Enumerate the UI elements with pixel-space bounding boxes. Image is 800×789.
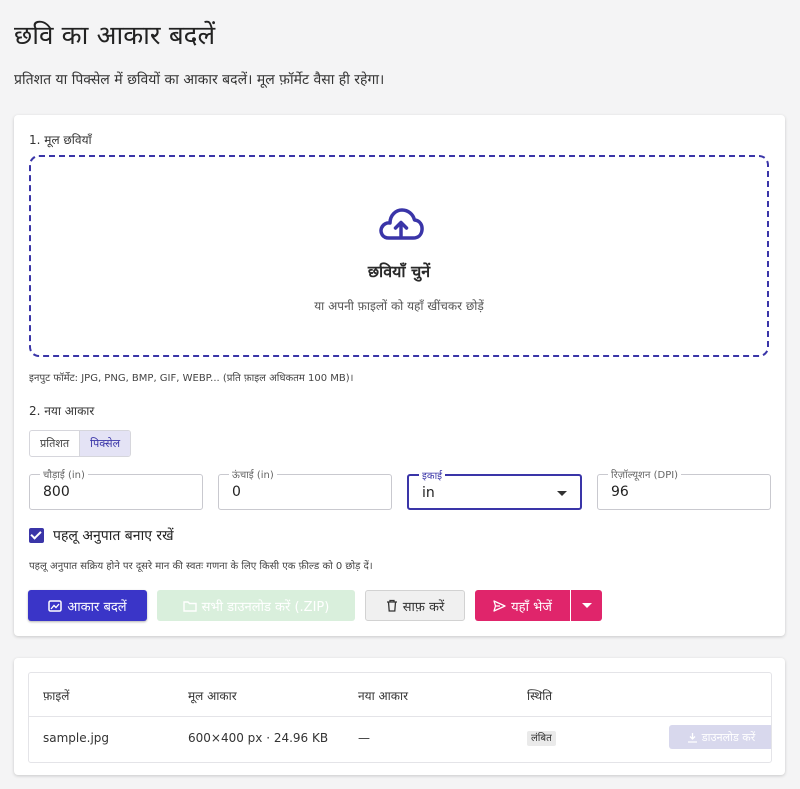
dropzone-title: छवियाँ चुनें — [367, 262, 431, 281]
height-value: 0 — [232, 484, 241, 500]
resize-page: छवि का आकार बदलें प्रतिशत या पिक्सेल में… — [0, 0, 800, 789]
settings-card: 1. मूल छवियाँ छवियाँ चुनें या अपनी फ़ाइल… — [14, 115, 785, 636]
row-download-label: डाउनलोड करें — [701, 730, 756, 744]
mode-pixel-option[interactable]: पिक्सेल — [79, 431, 131, 456]
size-section-label: 2. नया आकार — [29, 404, 95, 418]
resolution-value: 96 — [611, 484, 629, 500]
keep-ratio-checkbox[interactable] — [29, 528, 44, 543]
image-icon — [48, 599, 63, 612]
row-new-size: — — [358, 731, 370, 745]
header-new-size: नया आकार — [358, 689, 409, 703]
height-field[interactable]: ऊंचाई (in) 0 — [218, 467, 392, 510]
ratio-hint: पहलू अनुपात सक्रिय होने पर दूसरे मान की … — [29, 561, 373, 572]
unit-label: इकाई — [419, 468, 446, 482]
header-files: फ़ाइलें — [43, 689, 70, 703]
send-label: यहाँ भेजें — [511, 599, 552, 615]
files-table: फ़ाइलें मूल आकार नया आकार स्थिति sample.… — [28, 672, 772, 763]
download-all-button[interactable]: सभी डाउनलोड करें (.ZIP) — [157, 590, 355, 621]
size-mode-toggle: प्रतिशत पिक्सेल — [29, 430, 132, 457]
chevron-down-icon — [581, 603, 592, 608]
cloud-upload-icon — [379, 208, 424, 240]
width-label: चौड़ाई (in) — [40, 467, 88, 481]
image-dropzone[interactable]: छवियाँ चुनें या अपनी फ़ाइलों को यहाँ खीं… — [29, 155, 769, 357]
row-status: लंबित — [527, 730, 556, 746]
source-section-label: 1. मूल छवियाँ — [29, 133, 92, 147]
clear-button[interactable]: साफ़ करें — [365, 590, 465, 621]
unit-select[interactable]: इकाई in — [407, 468, 582, 510]
download-icon — [687, 732, 697, 743]
height-label: ऊंचाई (in) — [229, 467, 277, 481]
row-file-name: sample.jpg — [43, 731, 110, 745]
mode-percent-option[interactable]: प्रतिशत — [30, 431, 79, 456]
clear-label: साफ़ करें — [402, 599, 445, 615]
send-icon — [493, 599, 506, 612]
row-download-button[interactable]: डाउनलोड करें — [669, 725, 771, 749]
folder-icon — [182, 600, 197, 612]
trash-icon — [386, 599, 397, 612]
header-status: स्थिति — [527, 689, 553, 703]
resize-button[interactable]: आकार बदलें — [28, 590, 147, 621]
dropzone-subtitle: या अपनी फ़ाइलों को यहाँ खींचकर छोड़ें — [314, 299, 484, 313]
input-formats-note: इनपुट फॉर्मेट: JPG, PNG, BMP, GIF, WEBP.… — [29, 373, 354, 384]
table-header: फ़ाइलें मूल आकार नया आकार स्थिति — [29, 673, 771, 717]
status-badge: लंबित — [527, 731, 556, 746]
send-to-dropdown-button[interactable] — [571, 590, 602, 621]
header-original-size: मूल आकार — [188, 689, 237, 703]
resolution-field[interactable]: रिज़ॉल्यूशन (DPI) 96 — [597, 467, 771, 510]
page-title: छवि का आकार बदलें — [14, 21, 216, 51]
keep-ratio-label: पहलू अनुपात बनाए रखें — [53, 528, 174, 544]
resolution-label: रिज़ॉल्यूशन (DPI) — [608, 467, 682, 481]
download-all-label: सभी डाउनलोड करें (.ZIP) — [201, 599, 330, 615]
width-field[interactable]: चौड़ाई (in) 800 — [29, 467, 203, 510]
chevron-down-icon — [557, 491, 567, 496]
width-value: 800 — [43, 484, 70, 500]
send-to-button[interactable]: यहाँ भेजें — [475, 590, 570, 621]
keep-ratio-row: पहलू अनुपात बनाए रखें — [29, 526, 174, 545]
resize-label: आकार बदलें — [67, 599, 127, 615]
files-card: फ़ाइलें मूल आकार नया आकार स्थिति sample.… — [14, 658, 785, 775]
unit-value: in — [422, 485, 435, 501]
row-original-size: 600×400 px · 24.96 KB — [188, 731, 329, 745]
page-subtitle: प्रतिशत या पिक्सेल में छवियों का आकार बद… — [14, 72, 385, 88]
